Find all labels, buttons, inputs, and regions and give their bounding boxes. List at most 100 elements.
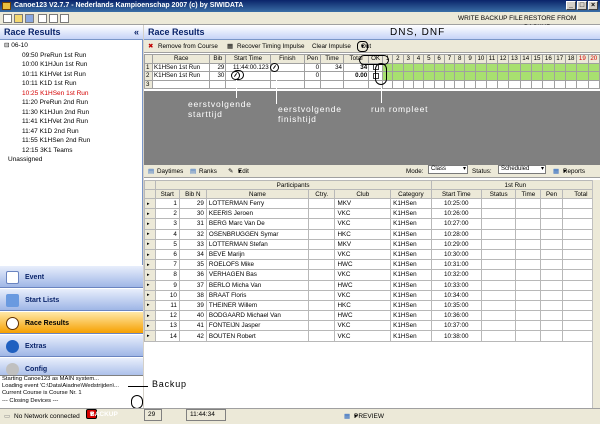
results-cell[interactable]: MKV [334,238,392,250]
results-cell-empty[interactable] [515,310,542,322]
gate-cell[interactable] [508,71,521,81]
results-cell[interactable]: 1 [154,197,180,210]
row-selector[interactable]: ▸ [144,197,156,210]
results-cell[interactable]: VKC [334,248,392,261]
tree-date-node[interactable]: ⊟ 06-10 [0,41,143,51]
gate-cell[interactable] [564,79,578,89]
gate-cell[interactable] [519,71,532,81]
results-cell-empty[interactable] [540,269,563,281]
results-cell[interactable]: 10:33:00 [430,279,482,291]
results-cell-empty[interactable] [480,299,517,312]
results-cell[interactable]: 10:37:00 [430,320,482,332]
results-cell[interactable]: 9 [154,279,180,291]
gate-cell[interactable] [454,62,466,72]
nav-event[interactable]: Event [0,265,143,288]
gate-cell[interactable] [454,71,466,81]
maximize-icon[interactable]: □ [577,1,587,10]
tree-run-item[interactable]: 09:50 PreRun 1st Run [0,51,143,61]
results-cell[interactable]: HKC [334,228,392,240]
gate-cell[interactable] [474,62,488,72]
results-cell[interactable]: BERG Marc Van De [205,218,309,230]
gate-cell[interactable] [423,71,435,81]
results-cell[interactable]: 10:38:00 [430,330,482,342]
row-selector[interactable]: ▸ [144,238,156,250]
results-cell-empty[interactable] [540,279,563,291]
results-cell-empty[interactable] [480,259,517,271]
results-cell[interactable]: LOTTERMAN Stefan [205,238,309,250]
gate-cell[interactable] [412,62,425,72]
results-cell[interactable]: 10:27:00 [430,218,482,230]
results-column-header[interactable]: Start Time [430,189,482,199]
results-cell[interactable]: K1HSen [390,330,432,342]
gate-cell[interactable] [443,62,456,72]
results-cell-empty[interactable] [515,208,542,220]
results-cell[interactable] [307,299,336,312]
results-cell[interactable]: K1HSen [390,197,432,210]
gate-cell[interactable] [412,79,425,89]
results-cell[interactable]: 10:25:00 [430,197,482,210]
results-cell-empty[interactable] [540,310,563,322]
results-cell[interactable]: 7 [154,259,180,271]
race-cell-bib[interactable]: 29 [209,62,227,72]
results-column-header[interactable]: Time [515,189,542,199]
race-cell-time[interactable]: 34 [320,62,344,72]
remove-from-course-button[interactable]: Remove from Course [158,40,218,53]
results-cell-empty[interactable] [540,248,563,261]
tree-run-item[interactable]: 11:30 K1HJun 2nd Run [0,108,143,118]
gate-cell[interactable] [530,62,544,72]
results-cell[interactable]: 13 [154,320,180,332]
table-row[interactable]: ▸ 1 29 LOTTERMAN Ferry MKV K1HSen 10:25:00 [144,197,600,210]
race-cell-total[interactable]: 0.00 [342,71,370,81]
results-cell[interactable]: VKC [334,289,392,301]
race-cell-race[interactable]: K1HSen 1st Run [152,71,211,81]
results-column-header[interactable]: Start [154,189,180,199]
gate-cell[interactable] [443,71,456,81]
tree-run-item[interactable]: 12:15 3K1 Teams [0,146,143,156]
results-cell-empty[interactable] [480,238,517,250]
table-row[interactable]: ▸ 5 33 LOTTERMAN Stefan MKV K1HSen 10:29:00 [144,238,600,250]
results-cell[interactable]: THEINER Willem [205,299,309,312]
gate-cell[interactable] [564,71,578,81]
gate-cell[interactable] [542,79,555,89]
results-cell[interactable] [307,310,336,322]
results-cell[interactable]: 31 [178,218,207,230]
results-cell[interactable]: K1HSen [390,238,432,250]
results-cell[interactable]: HWC [334,279,392,291]
results-column-header[interactable]: Category [390,189,432,199]
gate-cell[interactable] [433,71,445,81]
results-cell[interactable] [307,279,336,291]
gate-cell[interactable] [412,71,425,81]
gate-cell[interactable] [496,79,510,89]
results-cell[interactable]: 10:31:00 [430,259,482,271]
results-cell[interactable]: HWC [334,310,392,322]
results-cell-empty[interactable] [480,310,517,322]
results-cell[interactable]: K1HSen [390,269,432,281]
results-cell[interactable]: 10:30:00 [430,248,482,261]
results-cell-empty[interactable] [515,248,542,261]
gate-cell[interactable] [402,71,414,81]
results-cell[interactable]: LOTTERMAN Ferry [205,197,309,210]
results-cell[interactable] [307,228,336,240]
results-cell[interactable]: VKC [334,330,392,342]
table-row[interactable]: ▸ 3 31 BERG Marc Van De VKC K1HSen 10:27:00 [144,218,600,230]
gate-cell[interactable] [530,71,544,81]
reports-dropdown[interactable]: Reports ▾ [563,165,585,178]
results-cell-empty[interactable] [480,208,517,220]
race-cell-pen[interactable]: 0 [304,62,322,72]
table-row[interactable]: ▸ 11 39 THEINER Willem HKC K1HSen 10:35:00 [144,299,600,312]
results-cell[interactable] [307,259,336,271]
results-cell[interactable] [307,218,336,230]
gate-cell[interactable] [553,62,566,72]
results-cell[interactable]: K1HSen [390,208,432,220]
table-row[interactable]: ▸ 13 41 FONTEIJN Jasper VKC K1HSen 10:37:00 [144,320,600,332]
results-cell[interactable]: BERLO Micha Van [205,279,309,291]
table-row[interactable]: ▸ 12 40 BODGAARD Michael Van HWC K1HSen 10:36:… [144,310,600,322]
close-icon[interactable]: × [588,1,598,10]
print-icon[interactable] [38,14,47,23]
results-cell[interactable]: HKC [334,299,392,312]
results-cell[interactable]: 12 [154,310,180,322]
tree-run-item[interactable]: 11:55 K1HSen 2nd Run [0,136,143,146]
gate-cell[interactable] [402,79,414,89]
nav-race-results[interactable]: Race Results [0,311,143,334]
row-selector[interactable]: ▸ [144,310,156,322]
